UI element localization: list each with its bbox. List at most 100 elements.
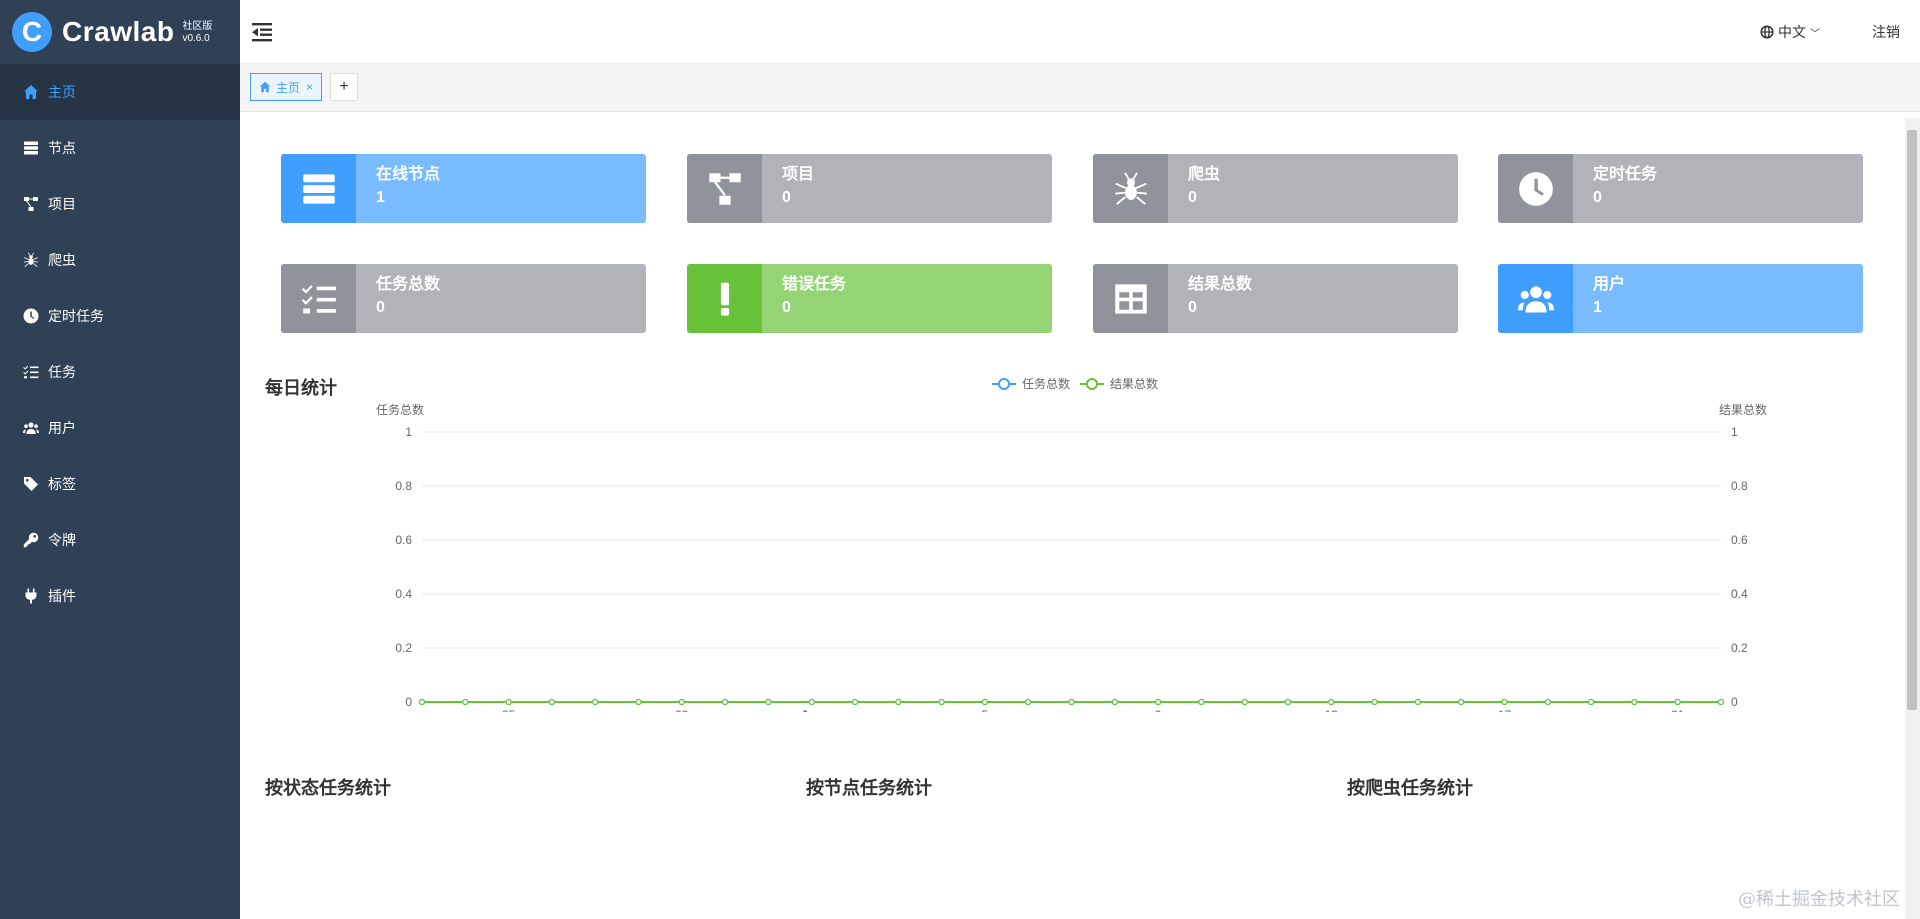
- series-point-1: [418, 698, 426, 706]
- sidebar-item-label: 任务: [48, 364, 76, 380]
- y2-axis-title: 结果总数: [1719, 402, 1767, 417]
- series-point-1: [1414, 698, 1422, 706]
- sidebar-item-label: 插件: [48, 588, 76, 604]
- series-point-1: [1241, 698, 1248, 706]
- series-point-1: [635, 698, 642, 706]
- crawlab-logo-icon: C: [12, 12, 52, 52]
- sidebar-item-3[interactable]: 爬虫: [0, 232, 240, 288]
- indent-icon: [252, 23, 272, 42]
- y-tick-label: 0.2: [395, 641, 412, 655]
- edition-label: 社区版: [182, 21, 213, 32]
- series-point-1: [722, 698, 729, 706]
- sidebar-item-label: 标签: [48, 476, 76, 492]
- brand-logo[interactable]: C Crawlab 社区版 v0.6.0: [0, 0, 240, 64]
- y-tick-label: 0.8: [395, 479, 412, 493]
- sidebar-item-label: 节点: [48, 140, 76, 156]
- key-icon: [22, 531, 40, 549]
- daily-stats-chart: 000.20.20.40.40.60.60.80.811任务总数结果总数2529…: [376, 376, 1767, 712]
- series-point-1: [938, 698, 945, 706]
- watermark: @稀土掘金技术社区: [1738, 889, 1900, 910]
- sidebar-item-label: 项目: [48, 196, 76, 212]
- y2-tick-label: 0.6: [1731, 533, 1748, 547]
- top-header: 中文 ﹀ 注销: [240, 0, 1920, 64]
- x-tick-label: 5: [982, 708, 989, 712]
- tab-bar: 主页 × +: [240, 64, 1920, 112]
- series-point-1: [765, 698, 772, 706]
- brand-name: Crawlab: [62, 16, 175, 47]
- y-axis-title: 任务总数: [376, 402, 424, 417]
- series-point-1: [1025, 698, 1032, 706]
- series-point-1: [1284, 698, 1292, 706]
- y2-tick-label: 0.2: [1731, 641, 1748, 655]
- globe-icon: [1760, 25, 1774, 39]
- series-point-1: [1674, 698, 1681, 706]
- version-label: v0.6.0: [182, 33, 210, 44]
- tab-label: 主页: [276, 80, 301, 95]
- home-icon: [259, 81, 271, 93]
- x-tick-label: 17: [1498, 708, 1512, 712]
- sidebar-item-2[interactable]: 项目: [0, 176, 240, 232]
- sidebar-item-5[interactable]: 任务: [0, 344, 240, 400]
- series-point-1: [851, 698, 859, 706]
- y2-tick-label: 0.8: [1731, 479, 1748, 493]
- tab-close-icon[interactable]: ×: [306, 80, 313, 94]
- series-point-1: [592, 698, 599, 706]
- y2-tick-label: 0.4: [1731, 587, 1748, 601]
- y-tick-label: 1: [405, 425, 412, 439]
- sidebar-item-9[interactable]: 插件: [0, 568, 240, 624]
- y-tick-label: 0: [405, 695, 412, 709]
- dashboard-main: 在线节点 1 项目 0 爬虫 0 定时任务 0 任务总数 0 错误任务 0 结果总数 0 用户 1 每日统计 …: [240, 112, 1905, 919]
- sidebar-item-label: 用户: [48, 420, 76, 436]
- main-scrollbar[interactable]: [1905, 118, 1920, 919]
- language-label: 中文: [1778, 24, 1806, 40]
- sidebar-item-label: 定时任务: [48, 308, 104, 324]
- sidebar-item-1[interactable]: 节点: [0, 120, 240, 176]
- x-tick-label: 21: [1671, 708, 1685, 712]
- sidebar-item-7[interactable]: 标签: [0, 456, 240, 512]
- add-tab-button[interactable]: +: [330, 73, 358, 101]
- series-point-1: [1717, 698, 1725, 706]
- y-tick-label: 0.4: [395, 587, 412, 601]
- series-point-1: [808, 698, 815, 706]
- series-point-1: [895, 698, 902, 706]
- chevron-down-icon: ﹀: [1810, 28, 1820, 40]
- sidebar-item-label: 爬虫: [48, 252, 76, 268]
- sidebar-menu: 主页节点项目爬虫定时任务任务用户标签令牌插件: [0, 64, 240, 624]
- brand-edition: 社区版 v0.6.0: [182, 21, 212, 45]
- legend-marker: [998, 378, 1010, 390]
- x-tick-label: 13: [1325, 708, 1339, 712]
- series-point-1: [548, 698, 555, 706]
- series-point-1: [1111, 698, 1118, 706]
- plug-icon: [22, 587, 40, 605]
- home-icon: [22, 83, 40, 101]
- users-icon: [22, 419, 40, 437]
- series-point-1: [1544, 698, 1551, 706]
- sidebar-item-4[interactable]: 定时任务: [0, 288, 240, 344]
- y-tick-label: 0.6: [395, 533, 412, 547]
- x-tick-label: 9: [1155, 708, 1162, 712]
- sidebar-item-6[interactable]: 用户: [0, 400, 240, 456]
- node-stats-title: 按节点任务统计: [806, 778, 932, 798]
- legend-marker: [1086, 378, 1098, 390]
- sidebar-item-0[interactable]: 主页: [0, 64, 240, 120]
- series-point-1: [678, 698, 685, 706]
- series-point-1: [462, 698, 469, 706]
- spider-stats-title: 按爬虫任务统计: [1347, 778, 1473, 798]
- tag-icon: [22, 475, 40, 493]
- series-point-1: [981, 698, 989, 706]
- task-list-icon: [22, 363, 40, 381]
- language-switcher[interactable]: 中文 ﹀: [1760, 22, 1820, 42]
- x-tick-label: Jun: [801, 708, 822, 712]
- series-point-1: [1587, 698, 1595, 706]
- tab-home[interactable]: 主页 ×: [250, 73, 323, 101]
- x-tick-label: 25: [502, 708, 516, 712]
- sidebar-item-8[interactable]: 令牌: [0, 512, 240, 568]
- spider-icon: [22, 251, 40, 269]
- scrollbar-thumb[interactable]: [1907, 130, 1917, 710]
- y2-tick-label: 1: [1731, 425, 1738, 439]
- project-icon: [22, 195, 40, 213]
- logout-button[interactable]: 注销: [1872, 22, 1900, 42]
- sidebar-toggle-button[interactable]: [250, 20, 274, 44]
- series-point-1: [1068, 698, 1075, 706]
- series-point-1: [1198, 698, 1205, 706]
